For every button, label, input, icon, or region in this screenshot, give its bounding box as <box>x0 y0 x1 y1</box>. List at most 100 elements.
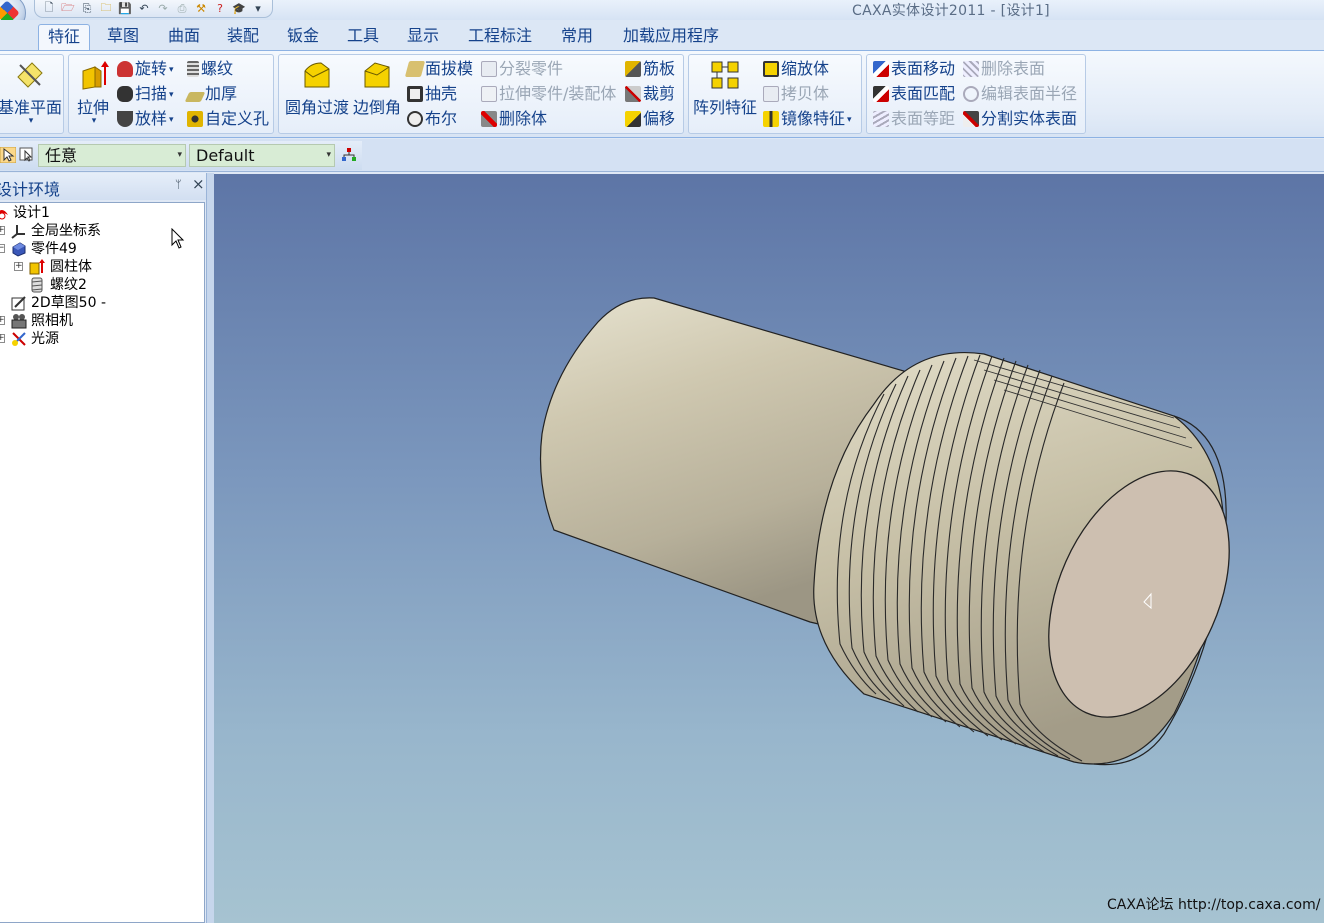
tree-item-label: 设计1 <box>13 205 50 221</box>
rib-icon <box>625 61 641 77</box>
tree-item-thread[interactable]: 螺纹2 <box>0 276 200 294</box>
expand-toggle-icon[interactable]: + <box>0 316 5 325</box>
tree-item-label: 2D草图50 - <box>31 295 107 311</box>
delete-face-button[interactable]: 删除表面 <box>963 58 1045 80</box>
datum-plane-dropdown-icon[interactable]: ▾ <box>0 116 63 126</box>
revolve-dropdown-icon[interactable]: ▾ <box>169 65 174 75</box>
shell-icon <box>407 86 423 102</box>
sweep-dropdown-icon[interactable]: ▾ <box>169 90 174 100</box>
sweep-icon <box>117 86 133 102</box>
pattern-button[interactable]: 阵列特征 <box>691 57 759 118</box>
match-face-button[interactable]: 表面匹配 <box>873 83 955 105</box>
chamfer-button[interactable]: 边倒角 <box>353 57 401 118</box>
qat-more-icon[interactable]: ▾ <box>250 1 266 16</box>
tab-feature[interactable]: 特征 <box>38 24 91 50</box>
tree-item-cylinder[interactable]: + 圆柱体 <box>0 258 200 276</box>
expand-toggle-icon[interactable]: + <box>14 262 23 271</box>
ribbon-panel: 基准平面 ▾ 拉伸 ▾ 旋转 ▾ 扫描 ▾ 放样 ▾ 螺纹 加厚 自定义孔 圆角… <box>0 50 1324 138</box>
expand-toggle-icon[interactable]: + <box>0 226 5 235</box>
tab-sheetmetal[interactable]: 钣金 <box>278 24 328 50</box>
edit-face-radius-icon <box>963 86 979 102</box>
redo-icon[interactable]: ↷ <box>155 1 171 16</box>
close-icon[interactable]: × <box>192 175 205 193</box>
sweep-button[interactable]: 扫描 ▾ <box>117 83 174 105</box>
expand-toggle-icon[interactable]: + <box>0 334 5 343</box>
new-icon[interactable]: 🗋 <box>41 1 57 16</box>
threaded-shaft-model[interactable] <box>214 174 1324 923</box>
rib-label: 筋板 <box>643 59 676 78</box>
select-arrow-icon[interactable] <box>0 147 16 163</box>
selection-filter-combo[interactable]: 任意 ▾ <box>38 144 186 167</box>
tab-common[interactable]: 常用 <box>552 24 602 50</box>
configuration-value: Default <box>196 146 255 165</box>
match-face-icon <box>873 86 889 102</box>
import-icon[interactable]: ⎘ <box>79 1 95 16</box>
configuration-combo[interactable]: Default ▾ <box>189 144 335 167</box>
scale-body-button[interactable]: 缩放体 <box>763 58 829 80</box>
open-recent-icon[interactable]: 🗁 <box>60 1 76 16</box>
trim-button[interactable]: 裁剪 <box>625 83 675 105</box>
tree-item-label: 照相机 <box>31 313 73 329</box>
tab-display[interactable]: 显示 <box>398 24 448 50</box>
tab-tools[interactable]: 工具 <box>338 24 388 50</box>
tree-item-sketch[interactable]: 2D草图50 - <box>0 294 200 312</box>
print-icon[interactable]: ⎙ <box>174 1 190 16</box>
tab-sketch[interactable]: 草图 <box>98 24 148 50</box>
tree-item-design[interactable]: 设计1 <box>0 204 200 222</box>
tab-surface[interactable]: 曲面 <box>159 24 209 50</box>
copy-body-button[interactable]: 拷贝体 <box>763 83 829 105</box>
delete-body-button[interactable]: 删除体 <box>481 108 547 130</box>
tree-item-label: 零件49 <box>31 241 77 257</box>
pattern-icon <box>711 61 739 89</box>
mirror-feature-button[interactable]: 镜像特征 ▾ <box>763 108 852 130</box>
shell-label: 抽壳 <box>425 84 458 103</box>
collapse-toggle-icon[interactable]: − <box>0 244 5 253</box>
window-title: CAXA实体设计2011 - [设计1] <box>852 3 1050 19</box>
mirror-dropdown-icon[interactable]: ▾ <box>847 115 852 125</box>
boolean-icon <box>407 111 423 127</box>
tree-item-global-axis[interactable]: + 全局坐标系 <box>0 222 200 240</box>
tab-annotation[interactable]: 工程标注 <box>459 24 541 50</box>
edit-face-radius-button[interactable]: 编辑表面半径 <box>963 83 1077 105</box>
move-face-button[interactable]: 表面移动 <box>873 58 955 80</box>
thread-button[interactable]: 螺纹 <box>187 58 233 80</box>
help-icon[interactable]: ? <box>212 1 228 16</box>
offset-button[interactable]: 偏移 <box>625 108 675 130</box>
loft-button[interactable]: 放样 ▾ <box>117 108 174 130</box>
open-icon[interactable]: 🗀 <box>98 1 114 16</box>
extrude-dropdown-icon[interactable]: ▾ <box>77 116 111 126</box>
thicken-button[interactable]: 加厚 <box>184 83 237 105</box>
save-icon[interactable]: 💾 <box>117 1 133 16</box>
undo-icon[interactable]: ↶ <box>136 1 152 16</box>
learn-icon[interactable]: 🎓 <box>231 1 247 16</box>
fillet-button[interactable]: 圆角过渡 <box>283 57 351 118</box>
configuration-tree-icon[interactable] <box>341 147 357 163</box>
shell-button[interactable]: 抽壳 <box>407 83 457 105</box>
pin-icon[interactable]: ᛘ <box>175 178 182 191</box>
loft-dropdown-icon[interactable]: ▾ <box>169 115 174 125</box>
tool-icon[interactable]: ⚒ <box>193 1 209 16</box>
custom-hole-button[interactable]: 自定义孔 <box>187 108 269 130</box>
tree-item-part[interactable]: − 零件49 <box>0 240 200 258</box>
revolve-icon <box>117 61 133 77</box>
tab-addins[interactable]: 加载应用程序 <box>614 24 728 50</box>
split-body-face-button[interactable]: 分割实体表面 <box>963 108 1077 130</box>
rib-button[interactable]: 筋板 <box>625 58 675 80</box>
3d-viewport[interactable]: CAXA论坛 http://top.caxa.com/ <box>214 174 1324 923</box>
extrude-button[interactable]: 拉伸 ▾ <box>75 57 111 126</box>
tree-item-camera[interactable]: + 照相机 <box>0 312 200 330</box>
revolve-button[interactable]: 旋转 ▾ <box>117 58 174 80</box>
chevron-down-icon[interactable]: ▾ <box>177 145 182 166</box>
boolean-button[interactable]: 布尔 <box>407 108 457 130</box>
select-filter-icon[interactable] <box>19 147 35 163</box>
panel-splitter[interactable] <box>206 173 214 923</box>
tree-item-light[interactable]: + 光源 <box>0 330 200 348</box>
tab-assembly[interactable]: 装配 <box>218 24 268 50</box>
draft-button[interactable]: 面拔模 <box>404 58 473 80</box>
chevron-down-icon[interactable]: ▾ <box>326 145 331 166</box>
offset-face-button[interactable]: 表面等距 <box>873 108 955 130</box>
datum-plane-button[interactable]: 基准平面 ▾ <box>0 57 63 126</box>
split-part-button[interactable]: 分裂零件 <box>481 58 563 80</box>
split-part-label: 分裂零件 <box>499 59 564 78</box>
extrude-part-button[interactable]: 拉伸零件/装配体 <box>481 83 616 105</box>
